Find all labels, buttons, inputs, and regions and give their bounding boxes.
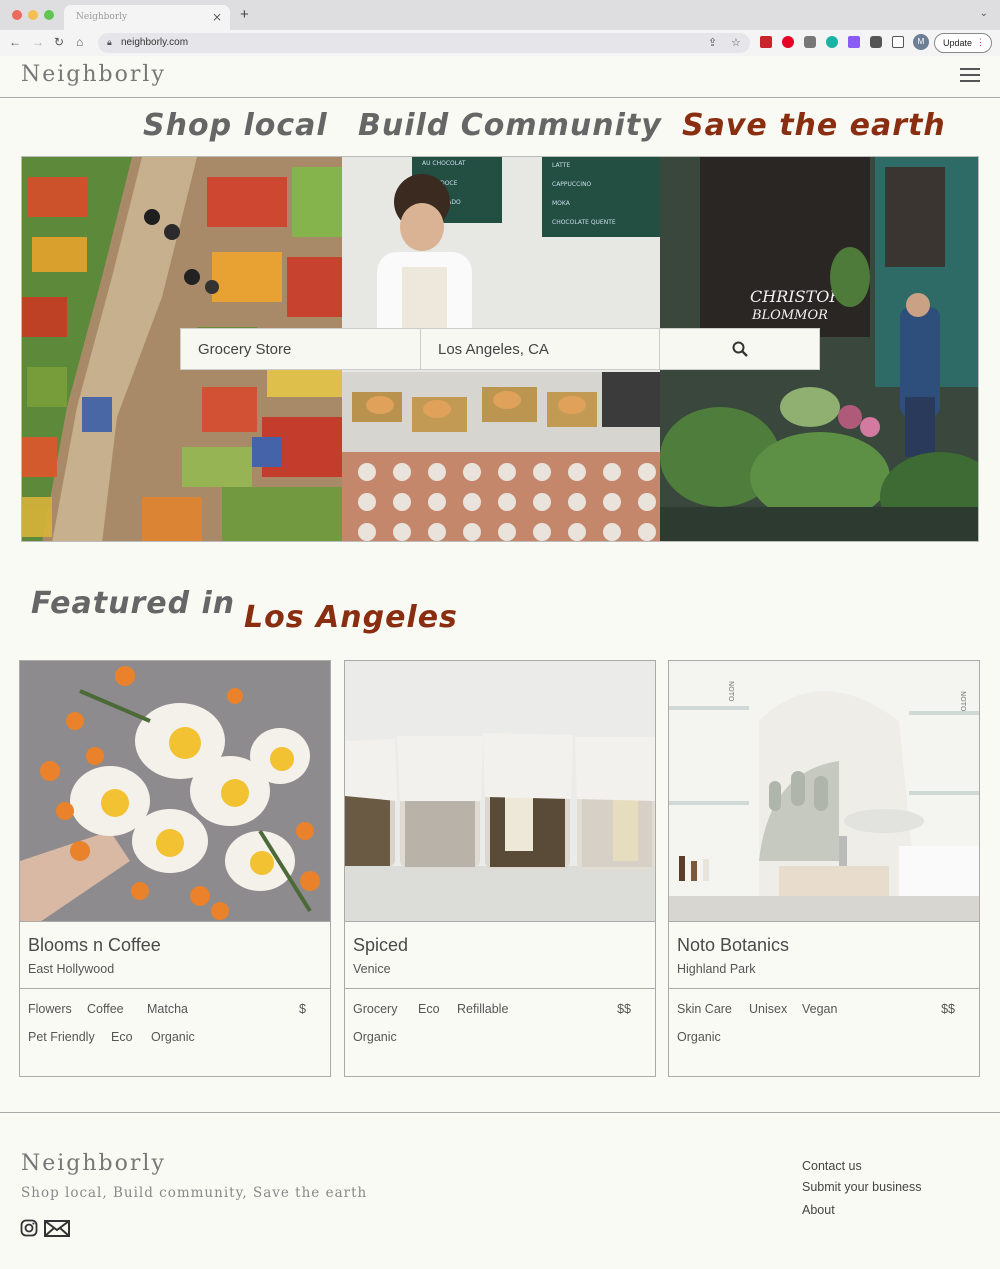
shelf-brand-right: NOTO (959, 691, 967, 712)
business-card-noto[interactable]: NOTO NOTO Noto Botanics Highland Park Sk… (668, 660, 980, 1077)
tagline-shop-local: Shop local (143, 108, 328, 143)
flower-bouquet-illustration (20, 661, 330, 921)
menu-item-chocolate-quente: CHOCOLATE QUENTE (552, 219, 616, 226)
tag-matcha: Matcha (147, 1002, 188, 1016)
price-level: $$ (941, 1002, 955, 1016)
back-icon[interactable]: ← (9, 35, 21, 49)
tag-eco: Eco (111, 1030, 133, 1044)
hamburger-menu-icon[interactable] (960, 68, 980, 84)
tag-refillable: Refillable (457, 1002, 509, 1016)
footer-tagline: Shop local, Build community, Save the ea… (21, 1185, 368, 1201)
update-label: Update (943, 38, 973, 48)
business-location: East Hollywood (28, 962, 115, 976)
card-divider (345, 988, 655, 989)
tag-organic: Organic (151, 1030, 195, 1044)
browser-tab[interactable]: Neighborly × (64, 5, 230, 30)
featured-label: Featured in (31, 586, 236, 621)
business-card-blooms[interactable]: Blooms n Coffee East Hollywood Flowers C… (19, 660, 331, 1077)
tag-grocery: Grocery (353, 1002, 398, 1016)
menu-item-moka: MOKA (552, 200, 571, 207)
search-icon (732, 341, 748, 357)
blooms-photo (20, 661, 330, 922)
search-bar: Grocery Store Los Angeles, CA (180, 328, 820, 370)
footer-link-submit-business[interactable]: Submit your business (802, 1180, 922, 1194)
price-level: $$ (617, 1002, 631, 1016)
tag-organic: Organic (677, 1030, 721, 1044)
pinterest-extension-icon[interactable] (782, 36, 794, 48)
reload-icon[interactable]: ↻ (54, 35, 64, 49)
site-header: Neighborly (0, 56, 1000, 98)
location-input[interactable]: Los Angeles, CA (421, 329, 660, 369)
home-icon[interactable]: ⌂ (76, 35, 83, 49)
category-input[interactable]: Grocery Store (181, 329, 421, 369)
tab-title: Neighborly (76, 12, 128, 22)
menu-item-au-chocolat: AU CHOCOLAT (422, 160, 466, 167)
business-name[interactable]: Blooms n Coffee (28, 935, 161, 956)
url-text: neighborly.com (121, 37, 189, 48)
tag-vegan: Vegan (802, 1002, 838, 1016)
shop-sign-line2: BLOMMOR (751, 308, 828, 323)
card-divider (20, 988, 330, 989)
close-window-button[interactable] (12, 10, 22, 20)
tab-bar: Neighborly × + ⌄ (0, 0, 1000, 30)
profile-avatar[interactable]: M (913, 34, 929, 50)
card-divider (669, 988, 979, 989)
lock-icon: 🔒︎ (107, 37, 112, 47)
bookmark-star-icon[interactable]: ☆ (731, 36, 741, 49)
shop-sign-line1: CHRISTOF (750, 287, 841, 306)
business-card-spiced[interactable]: Spiced Venice Grocery Eco Refillable $$ … (344, 660, 656, 1077)
grammar-extension-icon[interactable] (848, 36, 860, 48)
sidebar-icon[interactable] (892, 36, 904, 48)
tag-coffee: Coffee (87, 1002, 124, 1016)
forward-icon[interactable]: → (32, 35, 44, 49)
tag-unisex: Unisex (749, 1002, 788, 1016)
new-tab-button[interactable]: + (240, 6, 249, 23)
business-name[interactable]: Spiced (353, 935, 408, 956)
address-bar[interactable]: 🔒︎ neighborly.com ⇪ ☆ (98, 33, 750, 53)
browser-toolbar: ← → ↻ ⌂ 🔒︎ neighborly.com ⇪ ☆ M Update ⋮ (0, 30, 1000, 56)
share-icon[interactable]: ⇪ (708, 36, 717, 49)
site-logo[interactable]: Neighborly (21, 62, 166, 87)
tab-list-chevron-icon[interactable]: ⌄ (980, 8, 988, 19)
business-location: Highland Park (677, 962, 756, 976)
menu-item-latte: LATTE (552, 162, 570, 169)
tagline-build-community: Build Community (358, 108, 662, 143)
featured-city[interactable]: Los Angeles (244, 600, 458, 635)
tab-close-icon[interactable]: × (212, 10, 222, 24)
noto-photo: NOTO NOTO (669, 661, 979, 922)
window-controls (12, 10, 54, 20)
update-button[interactable]: Update ⋮ (934, 33, 992, 53)
menu-item-cappuccino: CAPPUCCINO (552, 181, 592, 188)
skincare-shop-illustration: NOTO NOTO (669, 661, 979, 921)
more-menu-icon[interactable]: ⋮ (976, 37, 985, 48)
pdf-extension-icon[interactable] (760, 36, 772, 48)
spiced-photo (345, 661, 655, 922)
price-level: $ (299, 1002, 306, 1016)
footer-link-contact[interactable]: Contact us (802, 1159, 862, 1173)
email-icon[interactable] (44, 1220, 70, 1237)
site-footer: Neighborly Shop local, Build community, … (0, 1112, 1000, 1269)
tag-flowers: Flowers (28, 1002, 72, 1016)
spice-jars-illustration (345, 661, 655, 921)
puzzle-extensions-icon[interactable] (870, 36, 882, 48)
business-location: Venice (353, 962, 391, 976)
tag-skin-care: Skin Care (677, 1002, 732, 1016)
business-name[interactable]: Noto Botanics (677, 935, 789, 956)
footer-link-about[interactable]: About (802, 1203, 835, 1217)
footer-logo[interactable]: Neighborly (21, 1151, 166, 1176)
tag-eco: Eco (418, 1002, 440, 1016)
maximize-window-button[interactable] (44, 10, 54, 20)
tag-organic: Organic (353, 1030, 397, 1044)
browser-chrome: Neighborly × + ⌄ ← → ↻ ⌂ 🔒︎ neighborly.c… (0, 0, 1000, 56)
minimize-window-button[interactable] (28, 10, 38, 20)
tagline-save-earth: Save the earth (682, 108, 946, 143)
sparkle-extension-icon[interactable] (826, 36, 838, 48)
search-button[interactable] (660, 329, 819, 369)
camera-extension-icon[interactable] (804, 36, 816, 48)
instagram-icon[interactable] (20, 1219, 38, 1237)
shelf-brand-left: NOTO (727, 681, 735, 702)
tag-pet-friendly: Pet Friendly (28, 1030, 95, 1044)
